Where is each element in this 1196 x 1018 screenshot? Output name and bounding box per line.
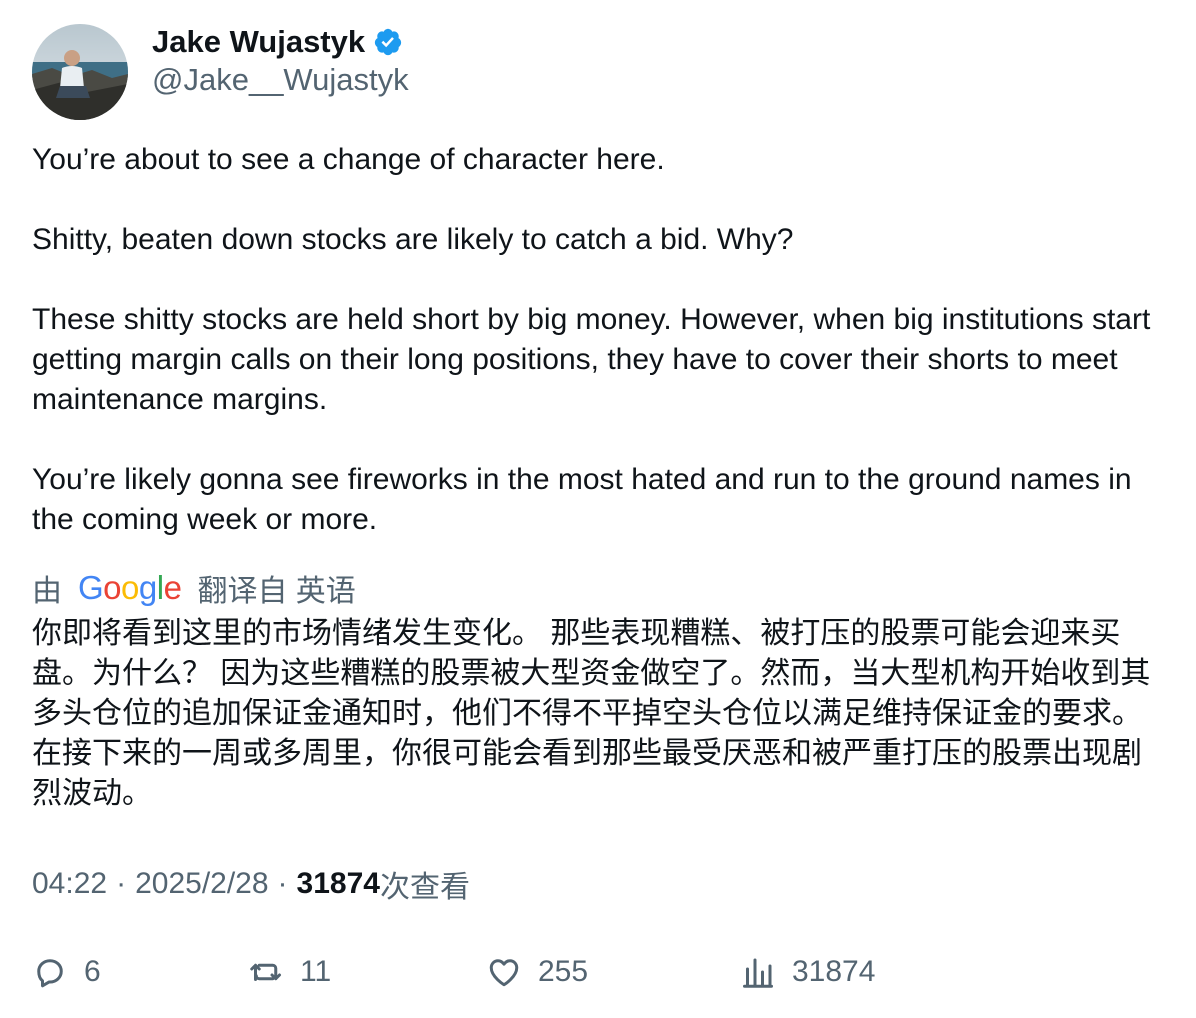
meta-separator: · bbox=[116, 867, 127, 900]
bar-chart-icon bbox=[740, 954, 776, 990]
retweet-button[interactable]: 11 bbox=[248, 950, 331, 994]
avatar[interactable] bbox=[32, 24, 128, 120]
tweet-actions: 6 11 255 31874 bbox=[32, 950, 1172, 994]
translation-source-language[interactable]: 翻译自 英语 bbox=[197, 566, 355, 610]
tweet-date[interactable]: 2025/2/28 bbox=[135, 867, 268, 901]
views-label: 次查看 bbox=[379, 871, 470, 904]
reply-count: 6 bbox=[84, 955, 101, 988]
views-action-count: 31874 bbox=[792, 955, 876, 988]
verified-badge-icon bbox=[373, 27, 403, 57]
author-name-row: Jake Wujastyk bbox=[152, 22, 403, 62]
views-count: 31874 bbox=[296, 867, 380, 900]
avatar-photo bbox=[32, 24, 128, 120]
retweet-count: 11 bbox=[300, 955, 332, 988]
tweet-text: You’re about to see a change of characte… bbox=[32, 140, 1172, 540]
reply-icon bbox=[32, 954, 68, 990]
translated-text: 你即将看到这里的市场情绪发生变化。 那些表现糟糕、被打压的股票可能会迎来买盘。为… bbox=[32, 617, 1151, 810]
google-logo-icon: Google bbox=[78, 569, 182, 606]
reply-button[interactable]: 6 bbox=[32, 950, 101, 994]
retweet-icon bbox=[248, 954, 284, 990]
tweet-paragraph: You’re about to see a change of characte… bbox=[32, 143, 665, 176]
tweet-time[interactable]: 04:22 bbox=[32, 867, 107, 901]
tweet-meta: 04:22 · 2025/2/28 · 31874 次查看 bbox=[32, 862, 470, 906]
like-count: 255 bbox=[538, 955, 589, 988]
tweet-paragraph: These shitty stocks are held short by bi… bbox=[32, 303, 1151, 416]
meta-separator: · bbox=[277, 867, 288, 900]
tweet-card: Jake Wujastyk @Jake__Wujastyk You’re abo… bbox=[0, 0, 1196, 1018]
tweet-paragraph: You’re likely gonna see fireworks in the… bbox=[32, 463, 1132, 536]
author-handle[interactable]: @Jake__Wujastyk bbox=[152, 62, 409, 98]
translation-by-label: 由 bbox=[32, 575, 62, 608]
author-display-name[interactable]: Jake Wujastyk bbox=[152, 24, 365, 60]
heart-icon bbox=[486, 954, 522, 990]
views-button[interactable]: 31874 bbox=[740, 950, 875, 994]
like-button[interactable]: 255 bbox=[486, 950, 588, 994]
translation-attribution: 由 Google 翻译自 英语 bbox=[32, 566, 356, 610]
tweet-paragraph: Shitty, beaten down stocks are likely to… bbox=[32, 223, 794, 256]
